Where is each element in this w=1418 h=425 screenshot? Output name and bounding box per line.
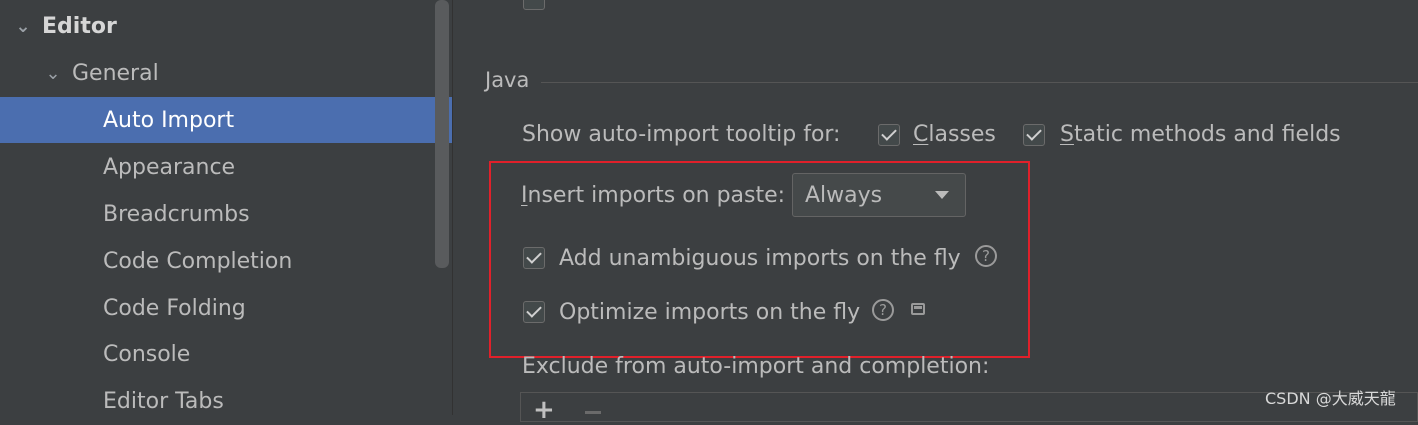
- insert-imports-label-rest: nsert imports on paste:: [527, 183, 786, 208]
- tree-item-label: Breadcrumbs: [103, 201, 250, 227]
- tree-item-label: Appearance: [103, 154, 236, 180]
- tree-item-general[interactable]: ⌄ General: [0, 50, 452, 96]
- chevron-down-icon[interactable]: ⌄: [12, 16, 34, 37]
- tree-item-auto-import[interactable]: Auto Import: [0, 97, 452, 143]
- tree-item-breadcrumbs[interactable]: Breadcrumbs: [0, 191, 452, 237]
- help-icon[interactable]: ?: [872, 299, 894, 321]
- optimize-imports-label[interactable]: Optimize imports on the fly: [559, 300, 860, 325]
- help-icon[interactable]: ?: [975, 245, 997, 267]
- tree-item-label: Console: [103, 341, 191, 367]
- settings-content: Java Show auto-import tooltip for: Class…: [453, 0, 1418, 425]
- add-unambiguous-checkbox[interactable]: [523, 247, 545, 269]
- classes-label[interactable]: Classes: [913, 122, 996, 147]
- remove-icon[interactable]: [585, 411, 601, 414]
- tree-item-appearance[interactable]: Appearance: [0, 144, 452, 190]
- add-unambiguous-label[interactable]: Add unambiguous imports on the fly: [559, 246, 961, 271]
- sidebar-scrollbar[interactable]: [435, 0, 449, 268]
- section-divider: [541, 82, 1418, 83]
- insert-imports-label: Insert imports on paste:: [521, 183, 786, 208]
- window-icon-bar: [914, 306, 922, 309]
- tree-item-code-completion[interactable]: Code Completion: [0, 238, 452, 284]
- tree-item-editor-tabs[interactable]: Editor Tabs: [0, 378, 452, 424]
- add-icon[interactable]: +: [533, 395, 555, 425]
- cut-off-checkbox[interactable]: [523, 0, 545, 10]
- window-icon[interactable]: [911, 303, 925, 315]
- tree-item-console[interactable]: Console: [0, 331, 452, 377]
- exclude-label: Exclude from auto-import and completion:: [522, 354, 990, 379]
- tree-item-label: General: [72, 60, 159, 86]
- tree-item-label: Code Completion: [103, 248, 293, 274]
- insert-imports-value: Always: [805, 182, 883, 208]
- tree-item-label: Code Folding: [103, 295, 246, 321]
- dropdown-arrow-icon: [935, 191, 949, 199]
- settings-tree: ⌄ Editor ⌄ General Auto Import Appearanc…: [0, 0, 453, 415]
- classes-label-rest: lasses: [928, 122, 996, 147]
- static-methods-label[interactable]: Static methods and fields: [1060, 122, 1341, 147]
- tree-item-editor[interactable]: ⌄ Editor: [0, 3, 452, 49]
- tree-item-label: Auto Import: [103, 107, 235, 133]
- optimize-imports-checkbox[interactable]: [523, 301, 545, 323]
- watermark: CSDN @大威天龍: [1265, 389, 1396, 408]
- chevron-down-icon[interactable]: ⌄: [42, 63, 64, 84]
- classes-checkbox[interactable]: [878, 124, 900, 146]
- static-methods-checkbox[interactable]: [1023, 124, 1045, 146]
- section-title-java: Java: [485, 68, 530, 92]
- static-methods-label-rest: tatic methods and fields: [1073, 122, 1341, 147]
- tree-item-label: Editor Tabs: [103, 388, 224, 414]
- insert-imports-dropdown[interactable]: Always: [792, 173, 966, 217]
- tooltip-label: Show auto-import tooltip for:: [522, 122, 841, 147]
- tree-item-code-folding[interactable]: Code Folding: [0, 285, 452, 331]
- tree-item-label: Editor: [42, 13, 117, 39]
